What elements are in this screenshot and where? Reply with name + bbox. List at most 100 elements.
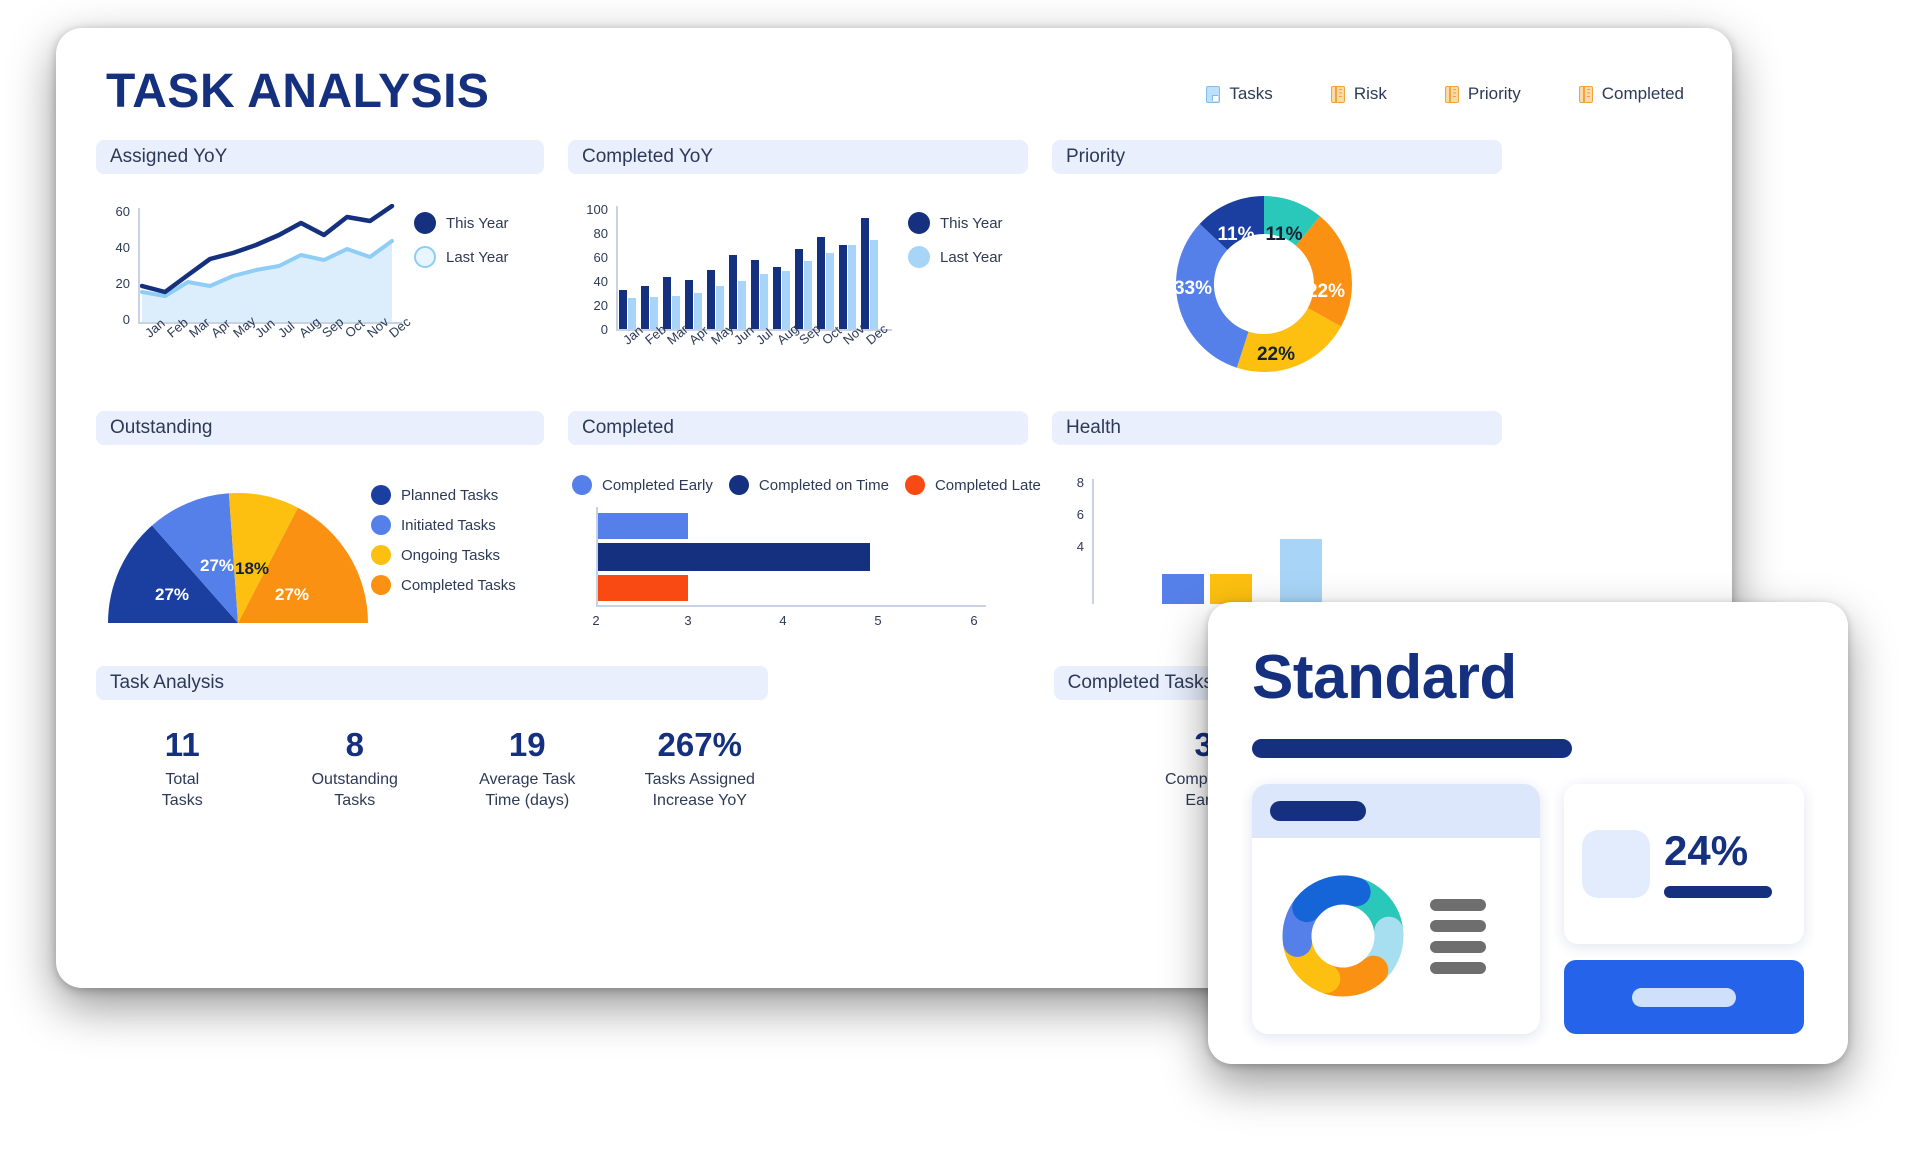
overlay-stat-card: 24% xyxy=(1564,784,1804,944)
legend-outstanding: Planned Tasks Initiated Tasks Ongoing Ta… xyxy=(371,485,516,595)
legend-label: Ongoing Tasks xyxy=(401,546,500,564)
x-tick: 5 xyxy=(874,613,882,628)
svg-text:27%: 27% xyxy=(155,585,189,604)
card-assigned-yoy: Assigned YoY 60 40 20 0 Jan Feb Mar Apr … xyxy=(96,140,544,389)
kpi-caption: Outstanding Tasks xyxy=(269,770,442,812)
legend-completed: Completed Early Completed on Time Comple… xyxy=(572,475,1041,495)
top-nav: Tasks Risk Priority Completed xyxy=(1206,84,1684,104)
x-tick: 4 xyxy=(779,613,787,628)
assigned-yoy-plot xyxy=(140,204,395,322)
page-title: TASK ANALYSIS xyxy=(106,65,490,118)
legend-swatch-planned xyxy=(371,485,391,505)
legend-label: This Year xyxy=(446,214,509,232)
kpi-value: 267% xyxy=(657,726,742,763)
svg-text:11%: 11% xyxy=(1266,224,1303,245)
cta-label-placeholder xyxy=(1632,987,1736,1007)
card-outstanding: Outstanding 27% 27% 18% 27% Planned Task… xyxy=(96,411,544,660)
stat-percentage: 24% xyxy=(1664,827,1749,874)
kpi-caption-line2: Time (days) xyxy=(485,791,570,809)
legend-swatch-late xyxy=(904,475,925,495)
legend-line xyxy=(1430,919,1486,932)
bar-completed-late xyxy=(598,575,688,601)
svg-text:22%: 22% xyxy=(1257,344,1295,365)
panel-title-health: Health xyxy=(1052,411,1502,445)
legend-swatch-this-year xyxy=(908,212,930,234)
kpi-outstanding-tasks: 8 Outstanding Tasks xyxy=(269,726,442,812)
y-tick: 60 xyxy=(115,204,130,219)
mini-card-legend-lines xyxy=(1430,898,1486,974)
x-tick: 2 xyxy=(592,613,600,628)
y-tick: 0 xyxy=(600,322,608,337)
legend-label: This Year xyxy=(940,214,1003,232)
book-orange-icon xyxy=(1330,85,1345,103)
kpi-caption-line1: Outstanding xyxy=(311,770,398,788)
mini-card-header xyxy=(1252,784,1540,838)
legend-label: Completed Early xyxy=(602,476,713,494)
nav-label: Tasks xyxy=(1229,84,1273,103)
y-tick: 20 xyxy=(115,276,130,291)
y-tick: 4 xyxy=(1076,539,1084,554)
overlay-cta-button[interactable] xyxy=(1564,960,1804,1034)
chart-outstanding: 27% 27% 18% 27% Planned Tasks Initiated … xyxy=(96,445,544,660)
panel-title-completed: Completed xyxy=(568,411,1028,445)
y-tick: 8 xyxy=(1076,475,1084,490)
kpi-caption-line1: Total xyxy=(165,770,200,788)
bar-health-1 xyxy=(1162,574,1204,604)
overlay-title: Standard xyxy=(1252,643,1517,712)
overlay-mini-card xyxy=(1252,784,1540,1034)
y-axis xyxy=(616,206,618,330)
panel-title-priority: Priority xyxy=(1052,140,1502,174)
y-axis xyxy=(1092,479,1094,604)
y-tick: 100 xyxy=(586,202,608,217)
bar-health-2 xyxy=(1210,574,1252,604)
bar-completed-on-time xyxy=(598,543,870,571)
y-tick: 80 xyxy=(593,226,608,241)
legend-label: Completed on Time xyxy=(758,476,889,494)
legend-item: This Year xyxy=(908,212,1003,234)
book-orange-icon xyxy=(1444,85,1459,103)
book-blue-icon xyxy=(1206,85,1221,103)
kpi-total-tasks: 11 Total Tasks xyxy=(96,726,269,812)
legend-swatch-last-year xyxy=(908,246,930,268)
chart-priority: 11% 22% 22% 33% 11% xyxy=(1052,174,1502,389)
legend-item: Last Year xyxy=(908,246,1003,268)
svg-text:27%: 27% xyxy=(200,556,234,575)
bar-health-3 xyxy=(1280,539,1322,604)
stat-underline-bar xyxy=(1664,886,1772,898)
y-tick: 60 xyxy=(593,250,608,265)
kpi-value: 19 xyxy=(508,726,546,763)
nav-item-completed[interactable]: Completed xyxy=(1578,84,1684,104)
legend-label: Completed Late xyxy=(934,476,1041,494)
x-tick: 3 xyxy=(684,613,692,628)
legend-item: Completed Late xyxy=(904,475,1041,495)
panel-title-task-analysis: Task Analysis xyxy=(96,666,768,700)
kpi-value: 8 xyxy=(345,726,364,763)
legend-item: This Year xyxy=(414,212,509,234)
legend-swatch-ongoing xyxy=(371,545,391,565)
kpi-caption: Tasks Assigned Increase YoY xyxy=(614,770,787,812)
nav-item-risk[interactable]: Risk xyxy=(1330,84,1387,104)
kpi-caption: Total Tasks xyxy=(96,770,269,812)
legend-label: Planned Tasks xyxy=(401,486,499,504)
nav-label: Risk xyxy=(1353,84,1387,103)
kpi-caption-line2: Tasks xyxy=(334,791,376,809)
priority-donut: 11% 22% 22% 33% 11% xyxy=(1174,196,1352,373)
legend-swatch-initiated xyxy=(371,515,391,535)
screenshot-root: TASK ANALYSIS Tasks Risk Priority Comple… xyxy=(0,0,1920,1156)
legend-completed-yoy: This Year Last Year xyxy=(908,212,1003,268)
chart-completed-yoy: 100 80 60 40 20 0 Jan Feb Mar Apr May Ju… xyxy=(568,174,1028,389)
kpi-caption-line2: Increase YoY xyxy=(652,791,747,809)
legend-line xyxy=(1430,940,1486,953)
kpi-average-task-time: 19 Average Task Time (days) xyxy=(441,726,614,812)
legend-swatch-on-time xyxy=(728,475,749,495)
nav-item-tasks[interactable]: Tasks xyxy=(1206,84,1273,104)
y-tick: 40 xyxy=(593,274,608,289)
kpi-caption-line1: Average Task xyxy=(479,770,576,788)
legend-assigned-yoy: This Year Last Year xyxy=(414,212,509,268)
legend-label: Completed Tasks xyxy=(401,576,516,594)
legend-item: Initiated Tasks xyxy=(371,515,516,535)
nav-item-priority[interactable]: Priority xyxy=(1444,84,1521,104)
legend-label: Last Year xyxy=(940,248,1003,266)
completed-bars xyxy=(598,513,870,601)
nav-label: Completed xyxy=(1601,84,1684,103)
